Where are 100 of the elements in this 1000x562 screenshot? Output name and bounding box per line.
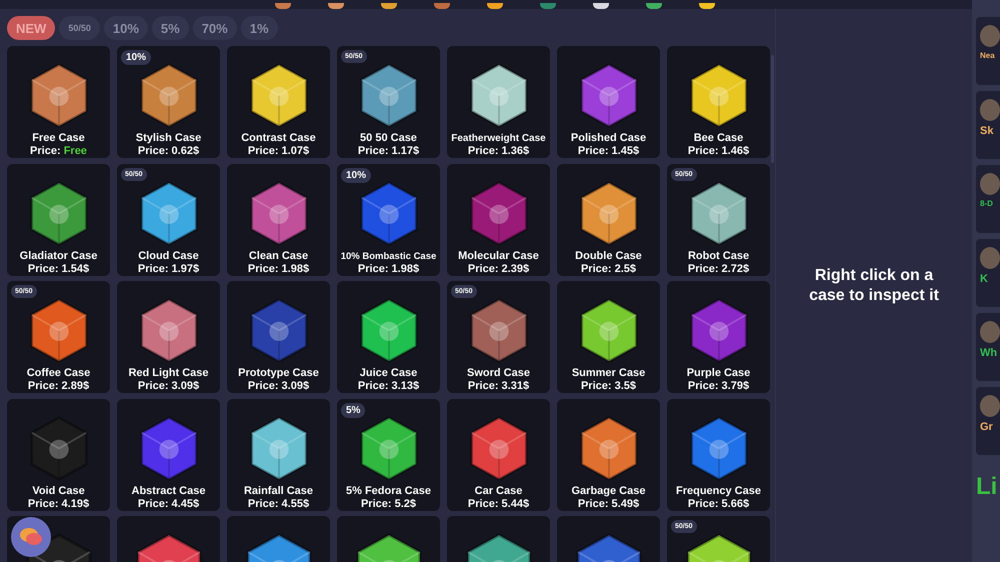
- case-card[interactable]: Polished Case Price: 1.45$: [557, 46, 660, 158]
- item-icon[interactable]: [646, 3, 662, 9]
- price-label: Price:: [138, 380, 170, 392]
- case-card[interactable]: Featherweight Case Price: 1.36$: [447, 46, 550, 158]
- price-label: Price:: [468, 145, 500, 157]
- price-label: Price:: [358, 145, 390, 157]
- case-card[interactable]: Juice Case Price: 3.13$: [337, 281, 440, 393]
- price-label: Price:: [688, 498, 720, 510]
- price-label: Price:: [248, 498, 280, 510]
- price-label: Price:: [580, 380, 613, 392]
- item-icon[interactable]: [699, 3, 715, 9]
- case-name: Sword Case: [467, 367, 530, 380]
- case-name: 50 50 Case: [360, 132, 417, 145]
- filter-chip[interactable]: 10%: [104, 16, 148, 40]
- avatar-placeholder: [980, 25, 1000, 47]
- player-card[interactable]: Wh: [976, 313, 1000, 381]
- price-label: Price:: [468, 262, 500, 274]
- case-card[interactable]: Frequency Case Price: 5.66$: [667, 398, 770, 510]
- scrollbar[interactable]: [771, 55, 774, 163]
- logo-text: Li: [976, 473, 998, 501]
- player-name: Gr: [980, 421, 994, 433]
- price-value: 2.5$: [614, 262, 636, 274]
- price-label: Price:: [688, 145, 720, 157]
- case-name: Gladiator Case: [20, 250, 98, 262]
- case-tag: 10%: [121, 50, 152, 65]
- case-name: Double Case: [575, 250, 642, 262]
- case-card[interactable]: Abstract Case Price: 4.45$: [117, 398, 220, 510]
- case-card[interactable]: Bee Case Price: 1.46$: [667, 46, 770, 158]
- price-label: Price:: [688, 380, 720, 392]
- price-value: 2.89$: [62, 380, 90, 392]
- case-card[interactable]: Clean Case Price: 1.98$: [227, 164, 330, 276]
- price-value: 1.45$: [612, 145, 640, 157]
- case-card[interactable]: Garbage Case Price: 5.49$: [557, 398, 660, 510]
- filter-chip[interactable]: 1%: [240, 16, 278, 40]
- case-tag: 10%: [341, 168, 372, 182]
- case-card[interactable]: Purple Case Price: 3.79$: [667, 281, 770, 393]
- price-value: 5.2$: [394, 498, 416, 510]
- price-value: 5.66$: [722, 498, 750, 510]
- case-card[interactable]: Contrast Case Price: 1.07$: [227, 46, 330, 158]
- player-name: Wh: [980, 347, 998, 359]
- case-name: Molecular Case: [458, 250, 539, 262]
- price-value: 1.36$: [502, 145, 530, 157]
- case-card[interactable]: Gladiator Case Price: 1.54$: [7, 164, 110, 276]
- case-tag: 5%: [341, 402, 366, 418]
- player-name: K: [980, 273, 989, 285]
- avatar-placeholder: [980, 173, 1000, 195]
- avatar-placeholder: [980, 247, 1000, 269]
- case-card[interactable]: 10% 10% Bombastic Case Price: 1.98$: [337, 164, 440, 276]
- filter-chip[interactable]: 5%: [152, 16, 189, 40]
- price-value: 3.5$: [614, 380, 636, 392]
- item-icon[interactable]: [275, 3, 291, 9]
- price-value: 1.54$: [62, 262, 90, 274]
- case-card[interactable]: Free Case Price: Free: [7, 46, 110, 158]
- filter-chip[interactable]: 70%: [192, 16, 237, 40]
- price-value: 1.46$: [722, 145, 750, 157]
- case-name: Clean Case: [248, 250, 308, 262]
- price-label: Price:: [358, 262, 390, 274]
- case-name: Contrast Case: [241, 132, 316, 145]
- case-name: Juice Case: [360, 367, 418, 380]
- player-card[interactable]: Gr: [976, 387, 1000, 455]
- price-label: Price:: [468, 380, 500, 392]
- price-value: 2.72$: [722, 262, 750, 274]
- item-icon[interactable]: [381, 3, 397, 9]
- price-value: Free: [64, 145, 87, 157]
- case-card[interactable]: Rainfall Case Price: 4.55$: [227, 398, 330, 510]
- case-card[interactable]: 5% 5% Fedora Case Price: 5.2$: [337, 398, 440, 510]
- player-card[interactable]: K: [976, 239, 1000, 307]
- case-name: Frequency Case: [676, 484, 761, 498]
- price-label: Price:: [28, 498, 60, 510]
- case-name: Free Case: [32, 132, 85, 145]
- price-label: Price:: [688, 262, 720, 274]
- case-name: Rainfall Case: [244, 484, 314, 498]
- case-card[interactable]: Summer Case Price: 3.5$: [557, 281, 660, 393]
- price-value: 3.31$: [502, 380, 530, 392]
- price-label: Price:: [28, 262, 60, 274]
- price-value: 1.07$: [282, 145, 310, 157]
- avatar-placeholder: [980, 321, 1000, 343]
- price-label: Price:: [248, 145, 280, 157]
- case-name: Cloud Case: [138, 250, 199, 262]
- case-card[interactable]: Void Case Price: 4.19$: [7, 398, 110, 510]
- price-value: 4.19$: [62, 498, 90, 510]
- case-card[interactable]: Prototype Case Price: 3.09$: [227, 281, 330, 393]
- case-card[interactable]: Molecular Case Price: 2.39$: [447, 164, 550, 276]
- case-card[interactable]: Car Case Price: 5.44$: [447, 398, 550, 510]
- item-icon[interactable]: [593, 3, 609, 9]
- player-card[interactable]: 8-D: [976, 165, 1000, 233]
- case-name: Stylish Case: [136, 132, 202, 145]
- price-value: 3.09$: [282, 380, 310, 392]
- case-card[interactable]: Double Case Price: 2.5$: [557, 164, 660, 276]
- case-card[interactable]: Red Light Case Price: 3.09$: [117, 281, 220, 393]
- case-name: Polished Case: [570, 132, 646, 145]
- price-label: Price:: [28, 380, 60, 392]
- player-card[interactable]: Sk: [976, 91, 1000, 159]
- item-icon[interactable]: [487, 3, 503, 9]
- case-name: Bee Case: [694, 132, 744, 145]
- case-card[interactable]: 10% Stylish Case Price: 0.62$: [117, 46, 220, 158]
- player-card[interactable]: Nea: [976, 17, 1000, 85]
- filter-chip[interactable]: 50/50: [59, 16, 100, 40]
- case-name: 10% Bombastic Case: [340, 250, 436, 262]
- item-icon[interactable]: [328, 3, 344, 9]
